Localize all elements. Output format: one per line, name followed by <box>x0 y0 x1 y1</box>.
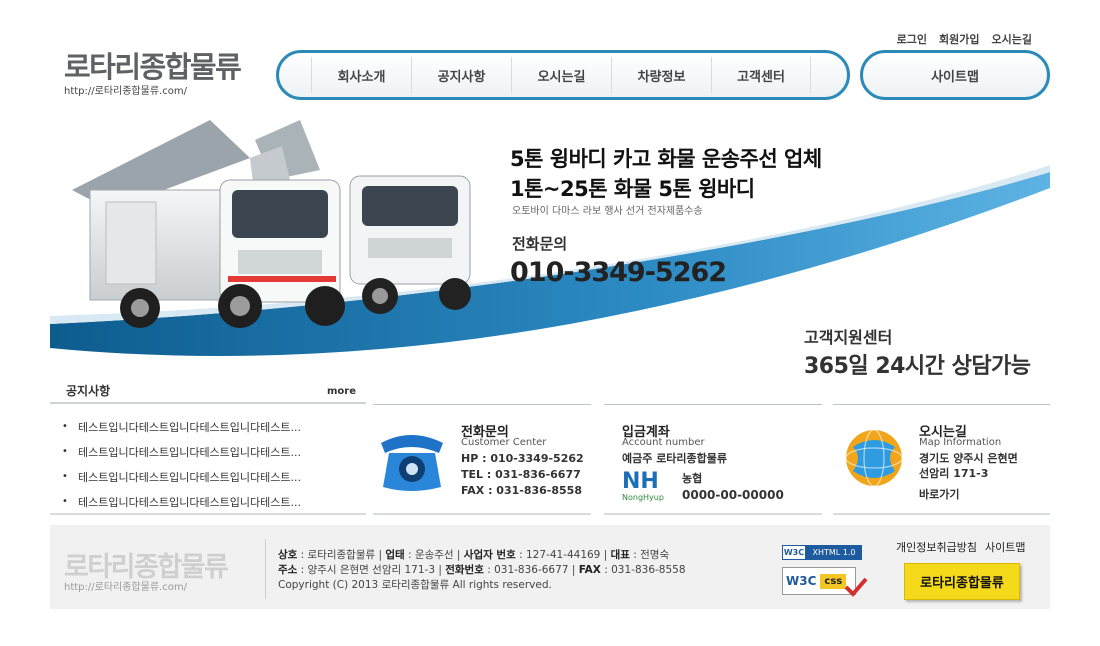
account-number: 0000-00-00000 <box>682 488 784 502</box>
directions-link[interactable]: 오시는길 <box>992 31 1032 47</box>
logo-url: http://로타리종합물류.com/ <box>64 86 187 97</box>
notice-item[interactable]: • 테스트입니다테스트입니다테스트입니다테스트... <box>50 464 366 489</box>
map-block: 오시는길 Map Information 경기도 양주시 은현면 선암리 171… <box>833 404 1050 515</box>
nav-item-support[interactable]: 고객센터 <box>711 57 811 93</box>
map-address-line1: 경기도 양주시 은현면 <box>919 452 1018 465</box>
nav-item-vehicles[interactable]: 차량정보 <box>611 57 711 93</box>
hero-headline: 5톤 윙바디 카고 화물 운송주선 업체 1톤~25톤 화물 5톤 윙바디 <box>510 144 822 204</box>
notice-item-text: 테스트입니다테스트입니다테스트입니다테스트... <box>78 420 302 434</box>
footer-info-line1: 상호 : 로타리종합물류 | 업태 : 운송주선 | 사업자 번호 : 127-… <box>278 549 670 561</box>
hero-headline-line1: 5톤 윙바디 카고 화물 운송주선 업체 <box>510 147 822 171</box>
nav-item-notice[interactable]: 공지사항 <box>411 57 511 93</box>
company-label: 상호 <box>278 549 298 561</box>
tel-label: 전화번호 <box>445 564 484 576</box>
footer-links: 개인정보취급방침 사이트맵 <box>896 539 1025 555</box>
nav-item-directions[interactable]: 오시는길 <box>511 57 611 93</box>
ceo-label: 대표 <box>610 549 630 561</box>
tel-value: 031-836-6677 <box>494 564 569 576</box>
notice-board: 공지사항 more • 테스트입니다테스트입니다테스트입니다테스트... • 테스트… <box>50 378 366 514</box>
footer-divider <box>265 539 266 599</box>
notice-item[interactable]: • 테스트입니다테스트입니다테스트입니다테스트... <box>50 414 366 439</box>
address-value: 양주시 은현면 선암리 171-3 <box>307 564 436 576</box>
account-block: 입금계좌 Account number 예금주 로타리종합물류 NH NongH… <box>604 404 822 515</box>
contact-tel: TEL : 031-836-6677 <box>461 468 581 481</box>
signup-link[interactable]: 회원가입 <box>939 31 979 47</box>
main-nav: 회사소개 공지사항 오시는길 차량정보 고객센터 <box>276 50 850 100</box>
w3c-xhtml-badge[interactable]: W3C XHTML 1.0 <box>782 545 862 560</box>
w3c-xhtml-mark: W3C <box>782 545 806 560</box>
support-center-hours: 365일 24시간 상담가능 <box>804 354 1031 379</box>
business-label: 업태 <box>385 549 405 561</box>
hero-phone-number: 010-3349-5262 <box>510 257 727 288</box>
logo-title: 로타리종합물류 <box>64 50 242 84</box>
nh-logo-mark: NH <box>622 469 659 494</box>
notice-more-link[interactable]: more <box>327 386 356 397</box>
notice-item[interactable]: • 테스트입니다테스트입니다테스트입니다테스트... <box>50 489 366 514</box>
company-value: 로타리종합물류 <box>307 549 376 561</box>
regno-label: 사업자 번호 <box>463 549 516 561</box>
w3c-css-mark: W3C <box>786 574 817 588</box>
bullet-icon: • <box>62 421 68 432</box>
fax-value: 031-836-8558 <box>611 564 686 576</box>
notice-item-text: 테스트입니다테스트입니다테스트입니다테스트... <box>78 445 302 459</box>
footer-company-info: 상호 : 로타리종합물류 | 업태 : 운송주선 | 사업자 번호 : 127-… <box>278 548 686 593</box>
notice-item-text: 테스트입니다테스트입니다테스트입니다테스트... <box>78 495 302 509</box>
account-subtitle: Account number <box>622 437 705 448</box>
login-link[interactable]: 로그인 <box>897 31 927 47</box>
hero-phone-label: 전화문의 <box>512 235 568 253</box>
account-holder: 예금주 로타리종합물류 <box>622 452 728 465</box>
w3c-css-label: css <box>820 573 847 589</box>
footer-url: http://로타리종합물류.com/ <box>64 582 187 593</box>
privacy-policy-link[interactable]: 개인정보취급방침 <box>896 539 977 555</box>
hero-banner: 5톤 윙바디 카고 화물 운송주선 업체 1톤~25톤 화물 5톤 윙바디 오토… <box>50 110 1050 379</box>
footer-info-line2: 주소 : 양주시 은현면 선암리 171-3 | 전화번호 : 031-836-… <box>278 564 686 576</box>
notice-list: • 테스트입니다테스트입니다테스트입니다테스트... • 테스트입니다테스트입니다테… <box>50 414 366 514</box>
site-logo[interactable]: 로타리종합물류 http://로타리종합물류.com/ <box>64 50 242 97</box>
map-go-link[interactable]: 바로가기 <box>919 487 959 503</box>
bullet-icon: • <box>62 471 68 482</box>
regno-value: 127-41-44169 <box>525 549 601 561</box>
footer-copyright: Copyright (C) 2013 로타리종합물류 All rights re… <box>278 579 552 591</box>
sitemap-button[interactable]: 사이트맵 <box>860 50 1050 100</box>
address-label: 주소 <box>278 564 298 576</box>
hero-headline-line2: 1톤~25톤 화물 5톤 윙바디 <box>510 177 755 201</box>
checkmark-icon <box>844 577 868 597</box>
bullet-icon: • <box>62 496 68 507</box>
globe-icon <box>845 429 903 487</box>
account-bank: 농협 <box>682 472 703 485</box>
notice-item[interactable]: • 테스트입니다테스트입니다테스트입니다테스트... <box>50 439 366 464</box>
footer: 로타리종합물류 http://로타리종합물류.com/ 상호 : 로타리종합물류… <box>50 525 1050 609</box>
fax-label: FAX <box>578 564 601 576</box>
bullet-icon: • <box>62 446 68 457</box>
contact-fax: FAX : 031-836-8558 <box>461 484 582 497</box>
notice-title: 공지사항 <box>66 384 111 398</box>
nh-logo-sub: NongHyup <box>622 493 664 502</box>
w3c-css-badge[interactable]: W3C css <box>782 567 868 599</box>
map-address-line2: 선암리 171-3 <box>919 467 989 480</box>
contact-subtitle: Customer Center <box>461 437 547 448</box>
hero-subline: 오토바이 다마스 라보 행사 선거 전자제품수송 <box>512 206 703 217</box>
nh-bank-logo: NH NongHyup <box>622 471 664 503</box>
nav-item-company[interactable]: 회사소개 <box>311 57 411 93</box>
footer-brand-button[interactable]: 로타리종합물류 <box>904 563 1020 600</box>
notice-header: 공지사항 more <box>50 378 366 404</box>
telephone-icon <box>381 435 443 491</box>
w3c-xhtml-label: XHTML 1.0 <box>806 545 862 560</box>
ceo-value: 전명숙 <box>640 549 670 561</box>
notice-bottom-border <box>50 513 366 515</box>
footer-sitemap-link[interactable]: 사이트맵 <box>985 539 1025 555</box>
business-value: 운송주선 <box>414 549 454 561</box>
notice-item-text: 테스트입니다테스트입니다테스트입니다테스트... <box>78 470 302 484</box>
utility-links: 로그인 회원가입 오시는길 <box>897 31 1032 47</box>
contact-block: 전화문의 Customer Center HP : 010-3349-5262 … <box>373 404 591 515</box>
map-subtitle: Map Information <box>919 437 1002 448</box>
contact-hp: HP : 010-3349-5262 <box>461 452 584 465</box>
support-center-title: 고객지원센터 <box>804 328 893 347</box>
